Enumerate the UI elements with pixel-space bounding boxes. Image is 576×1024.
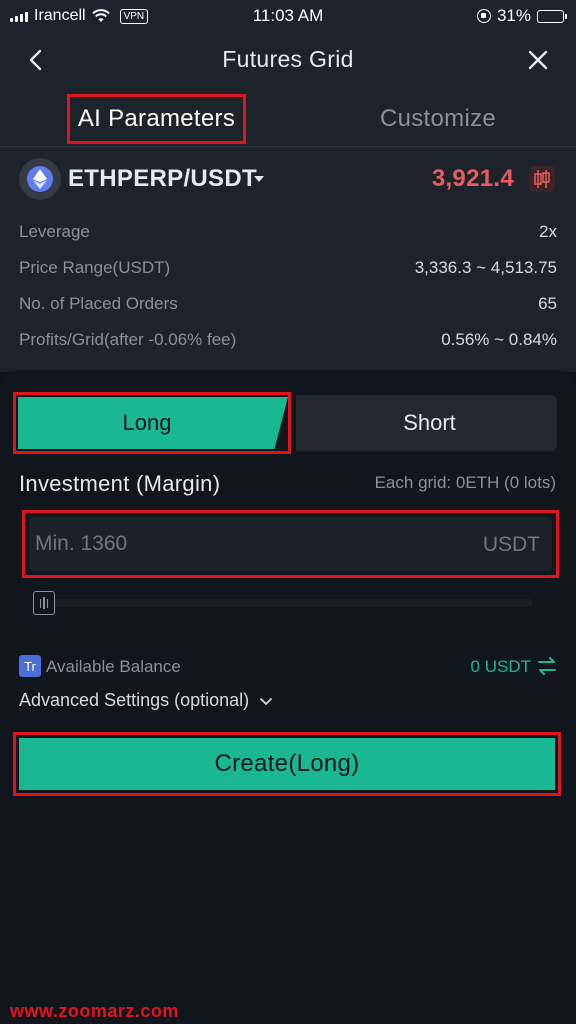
pair-selector-row: ETHPERP/USDT 3,921.4: [0, 156, 576, 204]
long-button[interactable]: Long: [18, 397, 288, 449]
param-value: 0.56% ~ 0.84%: [441, 330, 557, 349]
param-label: Price Range(USDT): [19, 258, 171, 277]
param-value: 2x: [539, 222, 557, 241]
transfer-arrows-icon[interactable]: [537, 657, 557, 675]
param-row-profits: Profits/Grid(after -0.06% fee) 0.56% ~ 0…: [19, 324, 557, 360]
create-highlight: Create(Long): [13, 732, 561, 796]
nav-bar: Futures Grid: [0, 38, 576, 82]
status-bar: Irancell VPN 11:03 AM 31%: [0, 0, 576, 32]
tab-divider: [0, 146, 576, 147]
battery-percent: 31%: [496, 6, 531, 25]
param-label: Leverage: [19, 222, 90, 241]
param-row-leverage: Leverage 2x: [19, 216, 557, 252]
investment-field: USDT: [29, 517, 552, 571]
investment-unit: USDT: [482, 533, 540, 556]
advanced-settings-label: Advanced Settings (optional): [19, 690, 250, 710]
param-value: 65: [538, 294, 557, 313]
caret-down-icon[interactable]: [254, 176, 264, 182]
status-right: 31%: [476, 6, 567, 26]
tab-customize[interactable]: Customize: [360, 94, 516, 144]
ethereum-icon: [19, 158, 61, 200]
tab-ai-parameters[interactable]: AI Parameters: [67, 94, 246, 144]
transfer-badge: Tr: [19, 655, 41, 677]
chevron-down-icon: [260, 697, 273, 705]
param-row-price-range: Price Range(USDT) 3,336.3 ~ 4,513.75: [19, 252, 557, 288]
create-long-button[interactable]: Create(Long): [19, 738, 555, 790]
long-highlight: Long: [13, 392, 291, 454]
last-price: 3,921.4: [431, 165, 514, 192]
investment-label: Investment (Margin): [19, 471, 221, 496]
battery-icon: [537, 9, 567, 23]
advanced-settings-toggle[interactable]: Advanced Settings (optional): [19, 690, 273, 711]
available-balance-row: Tr Available Balance 0 USDT: [19, 655, 557, 679]
param-label: No. of Placed Orders: [19, 294, 178, 313]
param-value: 3,336.3 ~ 4,513.75: [414, 258, 557, 277]
close-icon[interactable]: [524, 46, 552, 74]
page-title: Futures Grid: [222, 46, 354, 72]
each-grid-note: Each grid: 0ETH (0 lots): [374, 473, 556, 492]
orientation-lock-icon: [476, 9, 491, 23]
tab-bar: AI Parameters Customize: [0, 94, 576, 146]
slider-handle[interactable]: [33, 591, 55, 615]
available-balance-label: Available Balance: [46, 657, 181, 676]
candlestick-icon[interactable]: [529, 166, 555, 192]
short-button[interactable]: Short: [296, 395, 557, 451]
available-balance-value: 0 USDT: [470, 657, 531, 676]
investment-highlight: USDT: [22, 510, 559, 578]
investment-slider-track[interactable]: [33, 599, 533, 607]
watermark: www.zoomarz.com: [10, 1001, 179, 1021]
pair-symbol[interactable]: ETHPERP/USDT: [68, 165, 257, 193]
investment-input[interactable]: [35, 523, 475, 565]
param-label: Profits/Grid(after -0.06% fee): [19, 330, 237, 349]
param-row-orders: No. of Placed Orders 65: [19, 288, 557, 324]
